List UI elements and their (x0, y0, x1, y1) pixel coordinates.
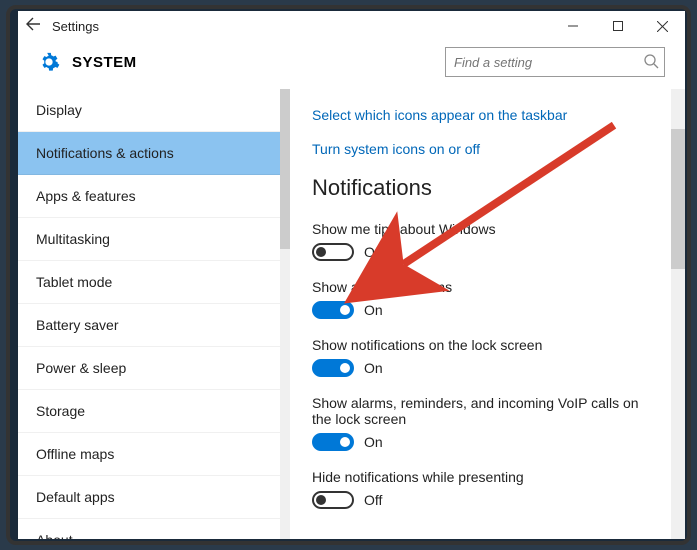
content-scrollbar[interactable] (671, 89, 685, 539)
window-title: Settings (48, 19, 550, 34)
toggle-state-text: On (364, 302, 383, 318)
toggle-state-text: On (364, 360, 383, 376)
sidebar-item-storage[interactable]: Storage (18, 390, 280, 433)
setting-label: Show alarms, reminders, and incoming VoI… (312, 395, 649, 427)
sidebar-item-battery-saver[interactable]: Battery saver (18, 304, 280, 347)
toggle-switch[interactable] (312, 243, 354, 261)
sidebar-item-about[interactable]: About (18, 519, 280, 539)
setting-label: Show app notifications (312, 279, 649, 295)
close-button[interactable] (640, 11, 685, 41)
sidebar-item-default-apps[interactable]: Default apps (18, 476, 280, 519)
setting-row: Show app notifications On (312, 279, 649, 319)
sidebar-item-apps-features[interactable]: Apps & features (18, 175, 280, 218)
link-system-icons[interactable]: Turn system icons on or off (312, 141, 649, 157)
search-wrapper (445, 47, 665, 77)
toggle-switch[interactable] (312, 491, 354, 509)
close-icon (657, 21, 668, 32)
setting-row: Show alarms, reminders, and incoming VoI… (312, 395, 649, 451)
maximize-icon (613, 21, 623, 31)
header: SYSTEM (18, 41, 685, 89)
titlebar: Settings (18, 11, 685, 41)
link-taskbar-icons[interactable]: Select which icons appear on the taskbar (312, 107, 649, 123)
setting-row: Hide notifications while presenting Off (312, 469, 649, 509)
sidebar-scrollbar[interactable] (280, 89, 290, 539)
content-pane: Select which icons appear on the taskbar… (290, 89, 671, 539)
sidebar-item-offline-maps[interactable]: Offline maps (18, 433, 280, 476)
sidebar-item-notifications-actions[interactable]: Notifications & actions (18, 132, 280, 175)
search-input[interactable] (445, 47, 665, 77)
toggle-switch[interactable] (312, 301, 354, 319)
arrow-left-icon (25, 16, 41, 32)
sidebar-item-display[interactable]: Display (18, 89, 280, 132)
sidebar-item-tablet-mode[interactable]: Tablet mode (18, 261, 280, 304)
search-icon (643, 53, 659, 74)
section-title: Notifications (312, 175, 649, 201)
toggle-state-text: Off (364, 244, 382, 260)
sidebar-item-multitasking[interactable]: Multitasking (18, 218, 280, 261)
page-title: SYSTEM (72, 54, 445, 71)
toggle-switch[interactable] (312, 433, 354, 451)
gear-icon (38, 51, 60, 73)
setting-row: Show me tips about Windows Off (312, 221, 649, 261)
setting-label: Show me tips about Windows (312, 221, 649, 237)
sidebar: DisplayNotifications & actionsApps & fea… (18, 89, 280, 539)
setting-label: Hide notifications while presenting (312, 469, 649, 485)
sidebar-item-power-sleep[interactable]: Power & sleep (18, 347, 280, 390)
toggle-state-text: On (364, 434, 383, 450)
toggle-switch[interactable] (312, 359, 354, 377)
minimize-button[interactable] (550, 11, 595, 41)
settings-window: Settings SYSTEM (18, 11, 685, 539)
toggle-state-text: Off (364, 492, 382, 508)
window-controls (550, 11, 685, 41)
setting-row: Show notifications on the lock screen On (312, 337, 649, 377)
setting-label: Show notifications on the lock screen (312, 337, 649, 353)
minimize-icon (568, 21, 578, 31)
back-button[interactable] (18, 16, 48, 37)
maximize-button[interactable] (595, 11, 640, 41)
